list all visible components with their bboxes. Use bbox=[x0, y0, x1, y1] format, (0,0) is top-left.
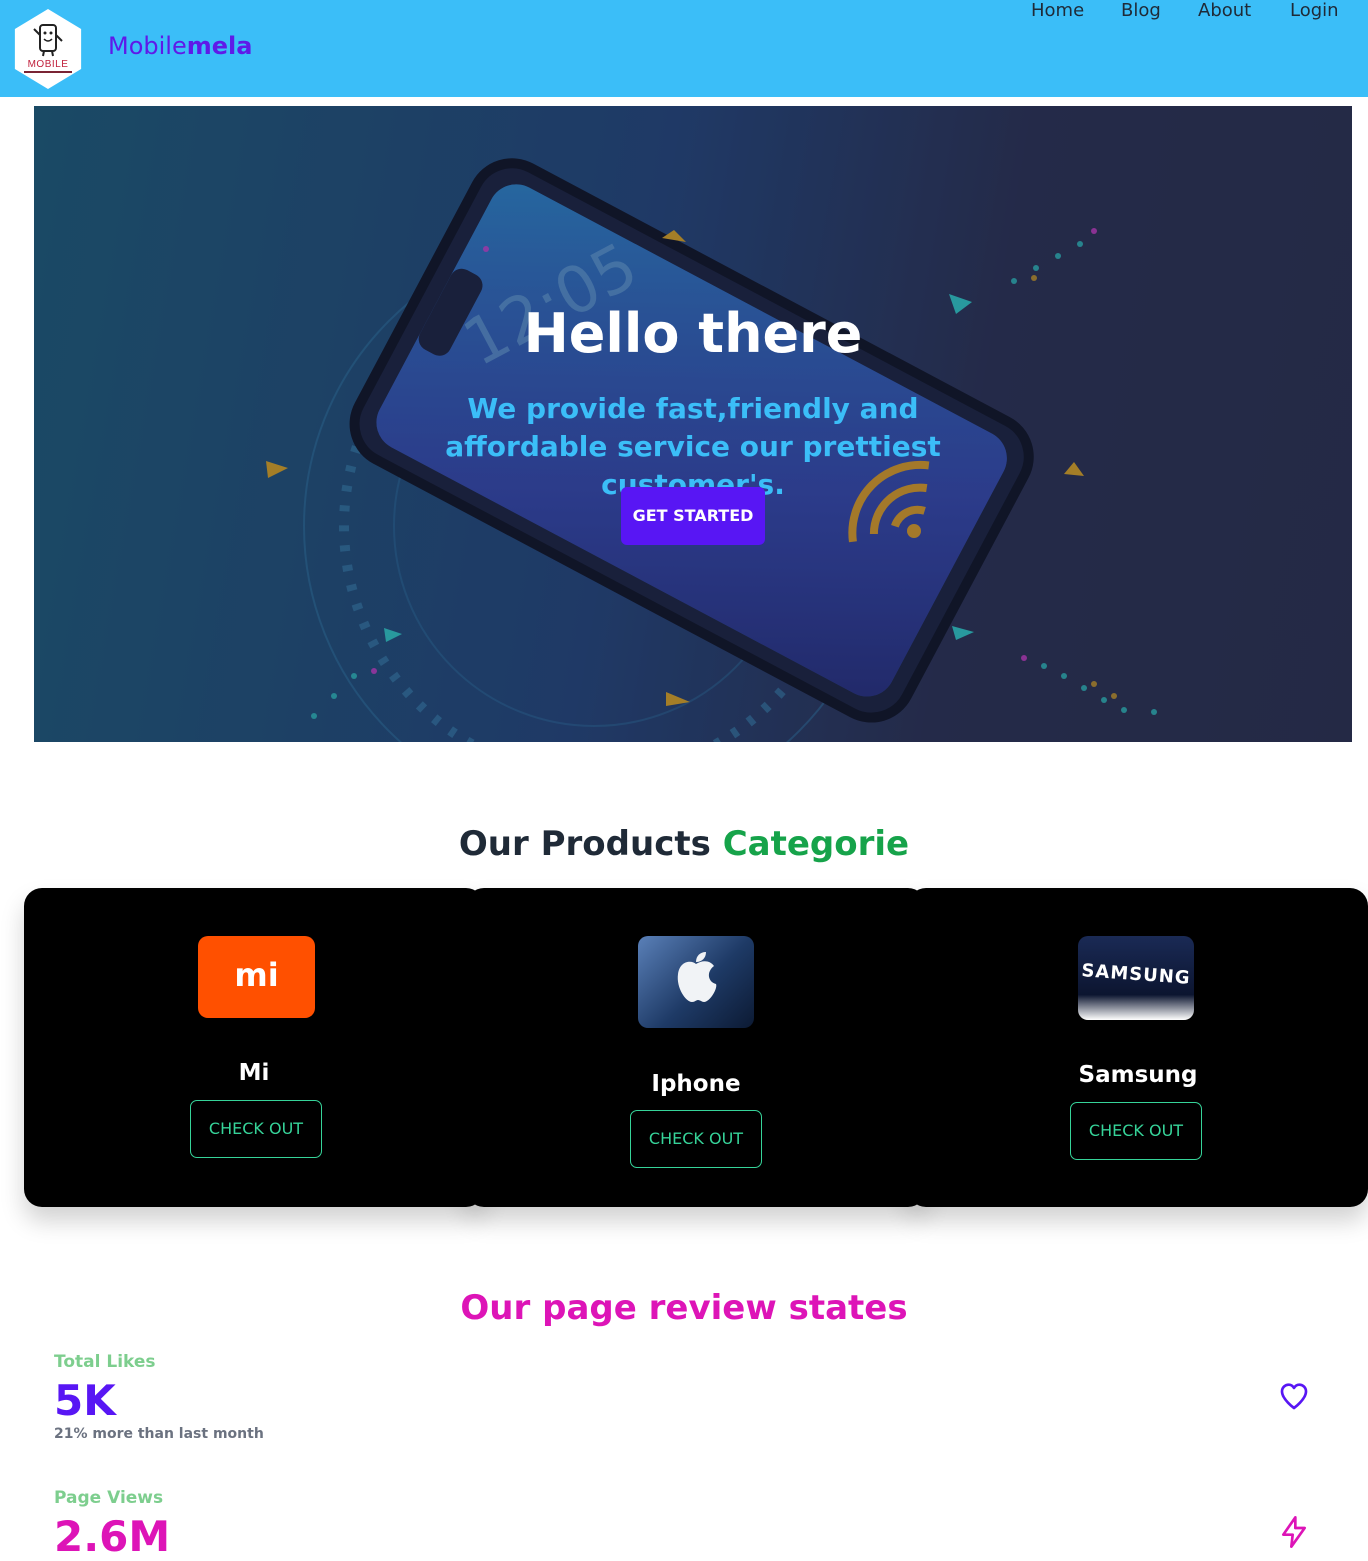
check-out-mi-button[interactable]: CHECK OUT bbox=[190, 1100, 322, 1158]
product-card-samsung: SAMSUNG Samsung CHECK OUT bbox=[908, 888, 1368, 1207]
product-cards: mi Mi CHECK OUT Iphone CHECK OUT SAMSUNG… bbox=[24, 888, 1368, 1207]
samsung-logo-text: SAMSUNG bbox=[1080, 960, 1192, 989]
product-card-mi: mi Mi CHECK OUT bbox=[24, 888, 484, 1207]
nav-home[interactable]: Home bbox=[1031, 0, 1084, 21]
brand-prefix: Mobile bbox=[108, 32, 187, 60]
logo[interactable]: MOBILE bbox=[14, 9, 82, 89]
stats-heading: Our page review states bbox=[460, 1288, 908, 1328]
top-navbar: MOBILE Mobilemela Home Blog About Login bbox=[0, 0, 1368, 97]
get-started-button[interactable]: GET STARTED bbox=[621, 487, 765, 545]
stat-value-views: 2.6M bbox=[54, 1512, 171, 1561]
heart-icon bbox=[1280, 1383, 1308, 1410]
stat-desc-likes: 21% more than last month bbox=[54, 1426, 264, 1442]
product-name-mi: Mi bbox=[238, 1060, 270, 1086]
stat-label-likes: Total Likes bbox=[54, 1352, 156, 1372]
product-name-samsung: Samsung bbox=[1078, 1062, 1198, 1088]
logo-text: MOBILE bbox=[27, 59, 69, 70]
nav-blog[interactable]: Blog bbox=[1121, 0, 1161, 21]
hero-title: Hello there bbox=[523, 302, 863, 365]
check-out-samsung-button[interactable]: CHECK OUT bbox=[1070, 1102, 1202, 1160]
nav-login[interactable]: Login bbox=[1290, 0, 1339, 21]
hero-banner: 12:05 Hello there We provide fast,friend… bbox=[34, 106, 1352, 742]
stat-value-likes: 5K bbox=[54, 1376, 116, 1425]
samsung-logo-image: SAMSUNG bbox=[1078, 936, 1194, 1020]
iphone-logo-image bbox=[638, 936, 754, 1028]
brand-name[interactable]: Mobilemela bbox=[108, 32, 252, 60]
apple-icon bbox=[677, 952, 717, 1002]
product-name-iphone: Iphone bbox=[651, 1071, 741, 1097]
logo-underline bbox=[24, 71, 72, 73]
mi-logo-image: mi bbox=[198, 936, 315, 1018]
brand-suffix: mela bbox=[186, 32, 253, 60]
phone-mascot-icon bbox=[33, 24, 63, 57]
stat-label-views: Page Views bbox=[54, 1488, 164, 1508]
product-card-iphone: Iphone CHECK OUT bbox=[466, 888, 926, 1207]
products-heading-main: Our Products bbox=[458, 824, 711, 864]
check-out-iphone-button[interactable]: CHECK OUT bbox=[630, 1110, 762, 1168]
bolt-icon bbox=[1282, 1516, 1306, 1548]
nav-about[interactable]: About bbox=[1198, 0, 1251, 21]
products-heading: Our Products Categorie bbox=[0, 824, 1368, 864]
products-heading-accent: Categorie bbox=[722, 824, 910, 864]
mi-logo-text: mi bbox=[234, 956, 279, 994]
